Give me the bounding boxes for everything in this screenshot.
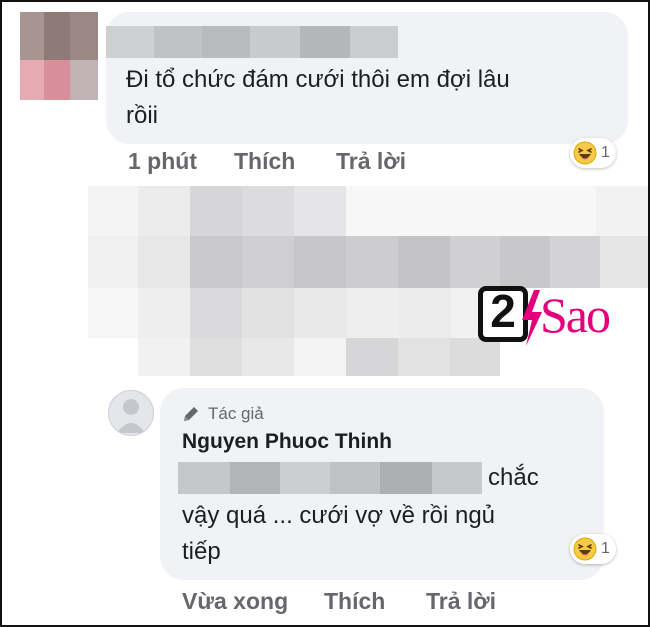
reply-text-blurred [178, 462, 482, 494]
pencil-icon [184, 407, 198, 421]
commenter-avatar-blurred[interactable] [20, 12, 98, 100]
reply-text-line-3: tiếp [182, 538, 221, 565]
haha-emoji-icon [573, 141, 597, 165]
author-badge: Tác giả [182, 404, 264, 424]
reply-reaction-summary[interactable]: 1 [570, 534, 616, 564]
default-user-icon [117, 399, 145, 433]
reply-button[interactable]: Trả lời [426, 588, 496, 615]
comment-reaction-summary[interactable]: 1 [570, 138, 616, 168]
screenshot-frame: Đi tổ chức đám cưới thôi em đợi lâu rồii… [0, 0, 650, 627]
author-badge-label: Tác giả [208, 404, 264, 423]
reply-timestamp[interactable]: Vừa xong [182, 588, 288, 615]
comment-text-line-1: Đi tổ chức đám cưới thôi em đợi lâu [126, 66, 510, 93]
reply-author-name[interactable]: Nguyen Phuoc Thinh [182, 430, 392, 454]
comment-text-line-2: rồii [126, 102, 159, 129]
comment-timestamp[interactable]: 1 phút [128, 148, 197, 175]
comment-bubble: Đi tổ chức đám cưới thôi em đợi lâu rồii [106, 12, 628, 144]
replier-avatar[interactable] [108, 390, 154, 436]
reaction-count: 1 [601, 144, 610, 161]
like-button[interactable]: Thích [324, 588, 385, 615]
reply-button[interactable]: Trả lời [336, 148, 406, 175]
reply-text-line-2: vậy quá ... cưới vợ về rồi ngủ [182, 502, 496, 529]
commenter-name-blurred[interactable] [106, 26, 398, 58]
like-button[interactable]: Thích [234, 148, 295, 175]
haha-emoji-icon [573, 537, 597, 561]
logo-word: Sao [540, 287, 611, 343]
reply-text-line-1-tail: chắc [488, 464, 539, 491]
logo-number: 2 [490, 285, 516, 337]
watermark-logo-2sao: 2 Sao [478, 280, 642, 352]
reaction-count: 1 [601, 540, 610, 557]
